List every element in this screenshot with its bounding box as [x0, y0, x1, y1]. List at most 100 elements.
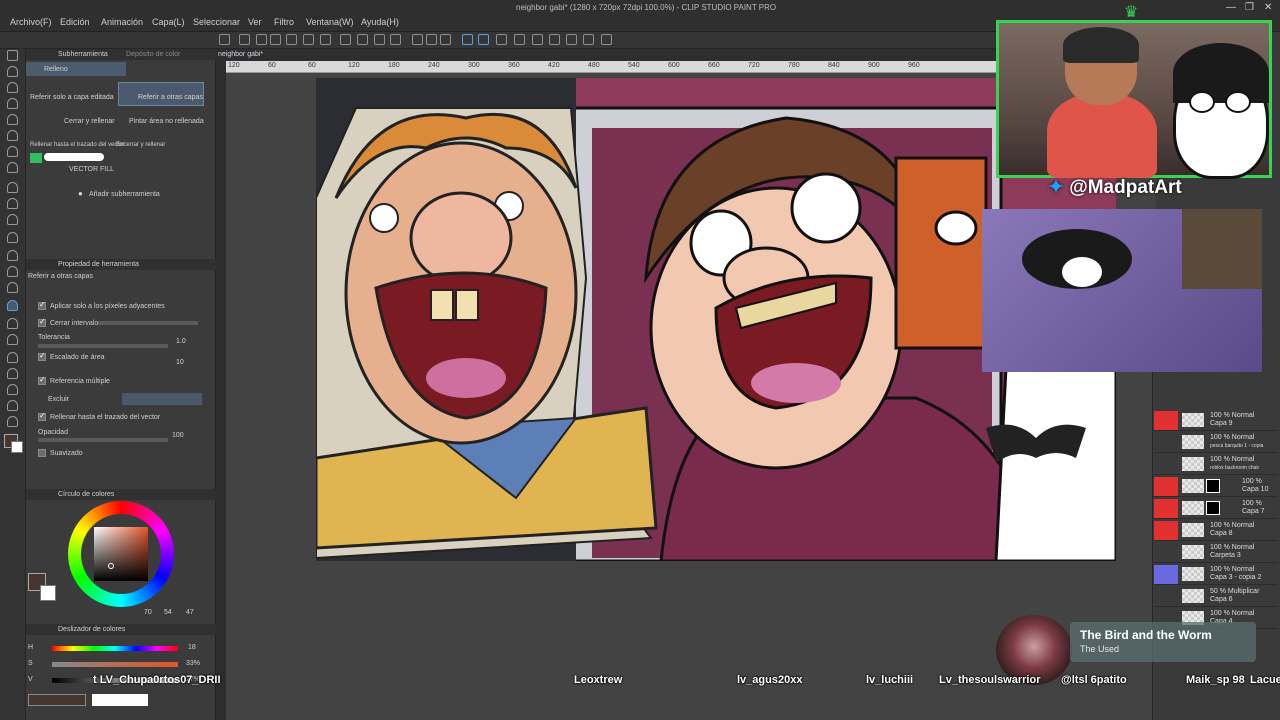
menu-seleccionar[interactable]: Seleccionar: [193, 17, 240, 27]
move-icon[interactable]: [7, 82, 18, 93]
decoration-icon[interactable]: [7, 250, 18, 261]
expand-icon[interactable]: [440, 34, 451, 45]
opacity-slider[interactable]: [38, 438, 168, 442]
brush-icon[interactable]: [7, 214, 18, 225]
panel-scrollbar[interactable]: [216, 49, 226, 720]
subtool-group-tab[interactable]: [26, 62, 126, 76]
scale-icon[interactable]: [532, 34, 543, 45]
operation-icon[interactable]: [7, 98, 18, 109]
selection-icon[interactable]: [7, 130, 18, 141]
blend-icon[interactable]: [7, 282, 18, 293]
layer-row[interactable]: 100 % Normal Capa 3 - copia 2: [1154, 564, 1278, 585]
sub-color-chip[interactable]: [11, 441, 23, 453]
close-gap-checkbox[interactable]: [38, 317, 46, 327]
save-icon[interactable]: [256, 34, 267, 45]
subtool-item-vector-fill-b[interactable]: Encerrar y rellenar: [116, 142, 165, 148]
saturation-slider[interactable]: [52, 662, 178, 667]
open-icon[interactable]: [239, 34, 250, 45]
undo-icon[interactable]: [303, 34, 314, 45]
saturation-value-square[interactable]: [94, 527, 148, 581]
move-layer-icon[interactable]: [7, 114, 18, 125]
subtool-item-vector-fill[interactable]: VECTOR FILL: [69, 166, 114, 173]
subtool-item-vector-fill-a[interactable]: Rellenar hasta el trazado del vector: [30, 142, 124, 148]
menu-capa[interactable]: Capa(L): [152, 17, 185, 27]
clear-icon[interactable]: [357, 34, 368, 45]
hue-value[interactable]: 18: [188, 644, 196, 651]
snap-grid-icon[interactable]: [478, 34, 489, 45]
correct-line-icon[interactable]: [7, 416, 18, 427]
export-icon[interactable]: [286, 34, 297, 45]
rotate-icon[interactable]: [549, 34, 560, 45]
layer-row[interactable]: 100 % Normal Carpeta 3: [1154, 542, 1278, 563]
layer-row[interactable]: 100 % Normal pesca barquito 1 - copia: [1154, 432, 1278, 453]
tab-color-depot[interactable]: Depósito de color: [126, 51, 180, 58]
maximize-button[interactable]: ❐: [1245, 2, 1254, 13]
eraser-icon[interactable]: [7, 266, 18, 277]
new-canvas-icon[interactable]: [219, 34, 230, 45]
tab-subtool[interactable]: Subherramienta: [58, 51, 108, 58]
add-subtool-button[interactable]: Añadir subherramienta: [89, 191, 160, 198]
subtool-item-close-fill[interactable]: Cerrar y rellenar: [64, 118, 115, 125]
figure-icon[interactable]: [7, 334, 18, 345]
tolerance-value[interactable]: 1.0: [176, 338, 186, 345]
smooth-checkbox[interactable]: [38, 449, 46, 457]
text-icon[interactable]: [7, 384, 18, 395]
menu-ventana[interactable]: Ventana(W): [306, 17, 354, 27]
pen-icon[interactable]: [7, 182, 18, 193]
settings-icon[interactable]: [340, 34, 351, 45]
fill-icon[interactable]: [374, 34, 385, 45]
close-gap-slider[interactable]: [98, 321, 198, 325]
crop-icon[interactable]: [514, 34, 525, 45]
area-scale-value[interactable]: 10: [176, 359, 184, 366]
menu-archivo[interactable]: Archivo(F): [10, 17, 52, 27]
airbrush-icon[interactable]: [7, 232, 18, 243]
save-as-icon[interactable]: [270, 34, 281, 45]
invert-icon[interactable]: [426, 34, 437, 45]
saturation-value[interactable]: 33%: [186, 660, 200, 667]
layer-row[interactable]: 100 % Capa 7: [1154, 498, 1278, 519]
ruler-tool-icon[interactable]: [7, 368, 18, 379]
tolerance-slider[interactable]: [38, 344, 168, 348]
hue-slider[interactable]: [52, 646, 178, 651]
layer-row[interactable]: 100 % Capa 10: [1154, 476, 1278, 497]
menu-animacion[interactable]: Animación: [101, 17, 143, 27]
layer-row[interactable]: 100 % Normal roblox backroom chair: [1154, 454, 1278, 475]
menu-filtro[interactable]: Filtro: [274, 17, 294, 27]
eyedropper-icon[interactable]: [7, 162, 18, 173]
gradient-icon[interactable]: [7, 318, 18, 329]
snap-ruler-icon[interactable]: [462, 34, 473, 45]
fill-vector-checkbox[interactable]: [38, 411, 46, 421]
subtool-item-other-layers[interactable]: Referir a otras capas: [138, 94, 203, 101]
balloon-icon[interactable]: [7, 400, 18, 411]
minimize-button[interactable]: —: [1226, 2, 1236, 13]
layer-row[interactable]: 100 % Normal Capa 8: [1154, 520, 1278, 541]
zoom-icon[interactable]: [7, 66, 18, 77]
exclude-options[interactable]: [122, 393, 202, 405]
deselect-icon[interactable]: [412, 34, 423, 45]
adjacent-checkbox[interactable]: [38, 300, 46, 310]
transform-icon[interactable]: [390, 34, 401, 45]
canvas-tab[interactable]: neighbor gabi*: [218, 51, 263, 58]
close-button[interactable]: ✕: [1264, 2, 1272, 13]
opacity-value[interactable]: 100: [172, 432, 184, 439]
color-picker-cursor[interactable]: [108, 563, 114, 569]
layer-row[interactable]: 50 % Multiplicar Capa 6: [1154, 586, 1278, 607]
fill-tool-icon[interactable]: [7, 300, 18, 311]
menu-edicion[interactable]: Edición: [60, 17, 90, 27]
menu-ayuda[interactable]: Ayuda(H): [361, 17, 399, 27]
subtool-item-paint-unfilled[interactable]: Pintar área no rellenada: [129, 118, 204, 125]
redo-icon[interactable]: [320, 34, 331, 45]
symmetry-icon[interactable]: [583, 34, 594, 45]
ruler-icon[interactable]: [496, 34, 507, 45]
auto-select-icon[interactable]: [7, 146, 18, 157]
multi-ref-checkbox[interactable]: [38, 375, 46, 385]
sub-color-swatch[interactable]: [40, 585, 56, 601]
subtool-item-edited-layer[interactable]: Referir solo a capa editada: [30, 94, 114, 101]
area-scale-checkbox[interactable]: [38, 351, 46, 361]
pencil-icon[interactable]: [7, 198, 18, 209]
menu-ver[interactable]: Ver: [248, 17, 262, 27]
menu-toggle-icon[interactable]: [7, 50, 18, 61]
frame-icon[interactable]: [7, 352, 18, 363]
layer-row[interactable]: 100 % Normal Capa 9: [1154, 410, 1278, 431]
flip-icon[interactable]: [566, 34, 577, 45]
